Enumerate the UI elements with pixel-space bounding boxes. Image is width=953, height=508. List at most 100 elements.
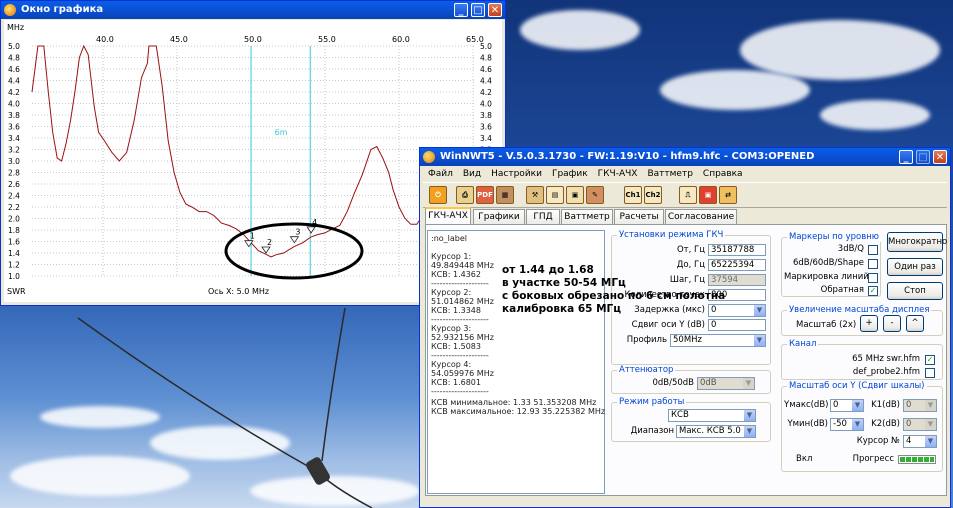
- delay-select[interactable]: 0 ▼: [708, 304, 766, 317]
- menu-settings[interactable]: Настройки: [486, 167, 547, 181]
- chevron-down-icon[interactable]: ▼: [852, 419, 863, 430]
- chevron-down-icon[interactable]: ▼: [743, 378, 754, 389]
- minimize-button[interactable]: _: [454, 3, 468, 17]
- ch2-icon[interactable]: Ch2: [644, 186, 662, 204]
- to-field[interactable]: 65225394: [708, 259, 766, 271]
- y-tick-label-left: 3.8: [8, 111, 20, 120]
- ch1-icon[interactable]: Ch1: [624, 186, 642, 204]
- tab-gpd[interactable]: ГПД: [526, 209, 560, 224]
- tools-icon[interactable]: ⚒: [526, 186, 544, 204]
- transfer-icon[interactable]: ⇄: [719, 186, 737, 204]
- marker-6db-checkbox[interactable]: [868, 259, 878, 269]
- pdf-icon[interactable]: PDF: [476, 186, 494, 204]
- channel-title: Канал: [787, 339, 819, 349]
- toolbar: ⏻ ⎙ PDF ▦ ⚒ ▤ ▣ ✎ Ch1 Ch2 ⎍ ▣ ⇄: [423, 182, 947, 208]
- cursor-number-select[interactable]: 4 ▼: [903, 435, 937, 448]
- y-tick-label-left: 4.6: [8, 65, 20, 74]
- highlight-ellipse: [224, 222, 364, 280]
- y-tick-label-left: 1.0: [8, 272, 20, 281]
- y-tick-label-left: 3.0: [8, 157, 20, 166]
- image-icon[interactable]: ▦: [496, 186, 514, 204]
- channel-file2-checkbox[interactable]: [925, 368, 935, 378]
- axis-scale-text: Ось X: 5.0 MHz: [208, 287, 269, 296]
- marker-3db-checkbox[interactable]: [868, 245, 878, 255]
- zoom-up-button[interactable]: ^: [906, 315, 924, 332]
- print-icon[interactable]: ⎙: [456, 186, 474, 204]
- level-markers-group: Маркеры по уровню 3dB/Q 6dB/60dB/Shape М…: [781, 232, 881, 297]
- y-tick-label-right: 4.4: [480, 77, 492, 86]
- marker-3db-label: 3dB/Q: [837, 244, 864, 254]
- yshift-label: Сдвиг оси Y (dB): [631, 320, 705, 330]
- attenuator-select[interactable]: 0dB ▼: [697, 377, 755, 390]
- ymin-select[interactable]: -50 ▼: [830, 418, 864, 431]
- chevron-down-icon[interactable]: ▼: [925, 436, 936, 447]
- chevron-down-icon[interactable]: ▼: [744, 426, 755, 437]
- y-tick-label-left: 2.2: [8, 203, 20, 212]
- cursor3-title: Курсор 3:: [431, 324, 472, 333]
- single-sweep-button[interactable]: Один раз: [887, 258, 943, 276]
- swr-max-line: КСВ максимальное: 12.93 35.225382 MHz: [431, 407, 606, 416]
- close-button[interactable]: ✕: [488, 3, 502, 17]
- minimize-button[interactable]: _: [899, 150, 913, 164]
- mode-title: Режим работы: [617, 397, 687, 407]
- y-tick-label-left: 5.0: [8, 42, 20, 51]
- power-icon[interactable]: ⏻: [429, 186, 447, 204]
- attenuator-group: Аттенюатор 0dB/50dB 0dB ▼: [611, 365, 771, 394]
- calc-icon[interactable]: ▣: [566, 186, 584, 204]
- close-button[interactable]: ✕: [933, 150, 947, 164]
- chevron-down-icon[interactable]: ▼: [925, 419, 936, 430]
- ymax-select[interactable]: 0 ▼: [830, 399, 864, 412]
- chart-window-titlebar[interactable]: Окно графика _ □ ✕: [1, 1, 505, 19]
- y-tick-label-left: 4.4: [8, 77, 20, 86]
- to-label: До, Гц: [676, 260, 705, 270]
- tab-matching[interactable]: Согласование: [665, 209, 737, 224]
- chevron-down-icon[interactable]: ▼: [754, 335, 765, 346]
- separator: --------------------: [431, 351, 489, 360]
- zoom-in-button[interactable]: +: [860, 315, 878, 332]
- menu-view[interactable]: Вид: [458, 167, 486, 181]
- menu-file[interactable]: Файл: [423, 167, 458, 181]
- line-marking-checkbox[interactable]: [868, 273, 878, 283]
- k1-select[interactable]: 0 ▼: [903, 399, 937, 412]
- cursor-marker-label: 3: [295, 228, 300, 237]
- sweep-settings-title: Установки режима ГКЧ: [617, 230, 726, 240]
- yshift-field[interactable]: 0: [708, 319, 766, 331]
- menu-help[interactable]: Справка: [698, 167, 748, 181]
- main-window-titlebar[interactable]: WinNWT5 - V.5.0.3.1730 - FW:1.19:V10 - h…: [420, 148, 950, 166]
- k2-select[interactable]: 0 ▼: [903, 418, 937, 431]
- chevron-down-icon[interactable]: ▼: [744, 410, 755, 421]
- menu-graph[interactable]: График: [547, 167, 593, 181]
- cursor-marker-label: 2: [267, 238, 272, 247]
- multiple-sweep-button[interactable]: Многократно: [887, 232, 947, 252]
- maximize-button[interactable]: □: [916, 150, 930, 164]
- chevron-down-icon[interactable]: ▼: [925, 400, 936, 411]
- y-tick-label-left: 2.6: [8, 180, 20, 189]
- zoom-out-button[interactable]: -: [883, 315, 901, 332]
- menu-sweep[interactable]: ГКЧ-АЧХ: [593, 167, 643, 181]
- menu-wattmeter[interactable]: Ваттметр: [642, 167, 697, 181]
- reverse-checkbox[interactable]: ✓: [868, 286, 878, 296]
- mode-select[interactable]: КСВ ▼: [668, 409, 756, 422]
- profile-select[interactable]: 50MHz ▼: [670, 334, 766, 347]
- tab-graphs[interactable]: Графики: [473, 209, 525, 224]
- channel-file1-checkbox[interactable]: ✓: [925, 355, 935, 365]
- wrench-icon[interactable]: ✎: [586, 186, 604, 204]
- y-tick-label-left: 1.2: [8, 261, 20, 270]
- tab-wattmeter[interactable]: Ваттметр: [561, 209, 613, 224]
- from-field[interactable]: 35187788: [708, 244, 766, 256]
- tab-calculations[interactable]: Расчеты: [614, 209, 664, 224]
- range-select[interactable]: Макс. КСВ 5.0 ▼: [676, 425, 756, 438]
- y-tick-label-left: 4.2: [8, 88, 20, 97]
- chevron-down-icon[interactable]: ▼: [754, 305, 765, 316]
- maximize-button[interactable]: □: [471, 3, 485, 17]
- x-tick-label: 45.0: [170, 35, 188, 44]
- sweep-icon[interactable]: ⎍: [679, 186, 697, 204]
- channel-file2-label: def_probe2.hfm: [852, 367, 920, 377]
- band-label: 6m: [275, 128, 288, 137]
- y-tick-label-left: 2.4: [8, 192, 20, 201]
- save-icon[interactable]: ▣: [699, 186, 717, 204]
- tab-sweep[interactable]: ГКЧ-АЧХ: [425, 207, 471, 225]
- stop-button[interactable]: Стоп: [887, 282, 943, 300]
- grid-icon[interactable]: ▤: [546, 186, 564, 204]
- chevron-down-icon[interactable]: ▼: [852, 400, 863, 411]
